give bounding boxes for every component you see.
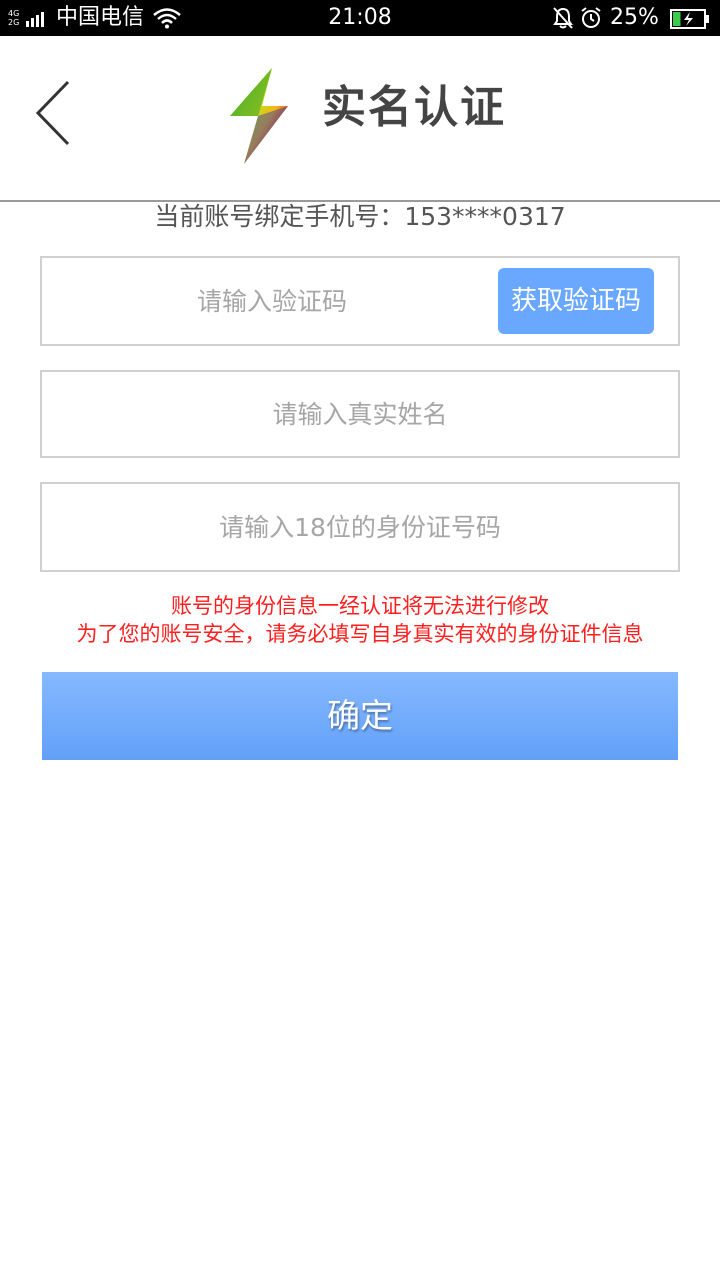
mute-bell-icon — [553, 7, 573, 29]
warning-line-1: 账号的身份信息一经认证将无法进行修改 — [171, 594, 549, 618]
battery-icon — [670, 9, 709, 29]
page-title: 实名认证 — [322, 82, 506, 133]
status-bar: 4G 2G 中国电信 21:08 25% — [0, 0, 720, 36]
real-name-input[interactable] — [42, 372, 678, 456]
bound-phone-info: 当前账号绑定手机号：153****0317 — [154, 202, 566, 231]
confirm-button[interactable]: 确定 — [42, 672, 678, 760]
battery-percent: 25% — [610, 5, 659, 30]
verification-code-field: 获取验证码 — [40, 256, 680, 346]
app-header: 实名认证 — [0, 36, 720, 202]
alarm-icon — [581, 7, 601, 28]
id-number-input[interactable] — [42, 484, 678, 570]
get-code-button[interactable]: 获取验证码 — [498, 268, 654, 334]
real-name-field — [40, 370, 680, 458]
chevron-left-icon[interactable] — [28, 78, 78, 148]
lightning-logo-icon — [230, 68, 288, 164]
verification-code-input[interactable] — [42, 258, 482, 344]
warning-line-2: 为了您的账号安全，请务必填写自身真实有效的身份证件信息 — [76, 622, 644, 646]
warning-text: 账号的身份信息一经认证将无法进行修改 为了您的账号安全，请务必填写自身真实有效的… — [0, 592, 720, 648]
id-number-field — [40, 482, 680, 572]
